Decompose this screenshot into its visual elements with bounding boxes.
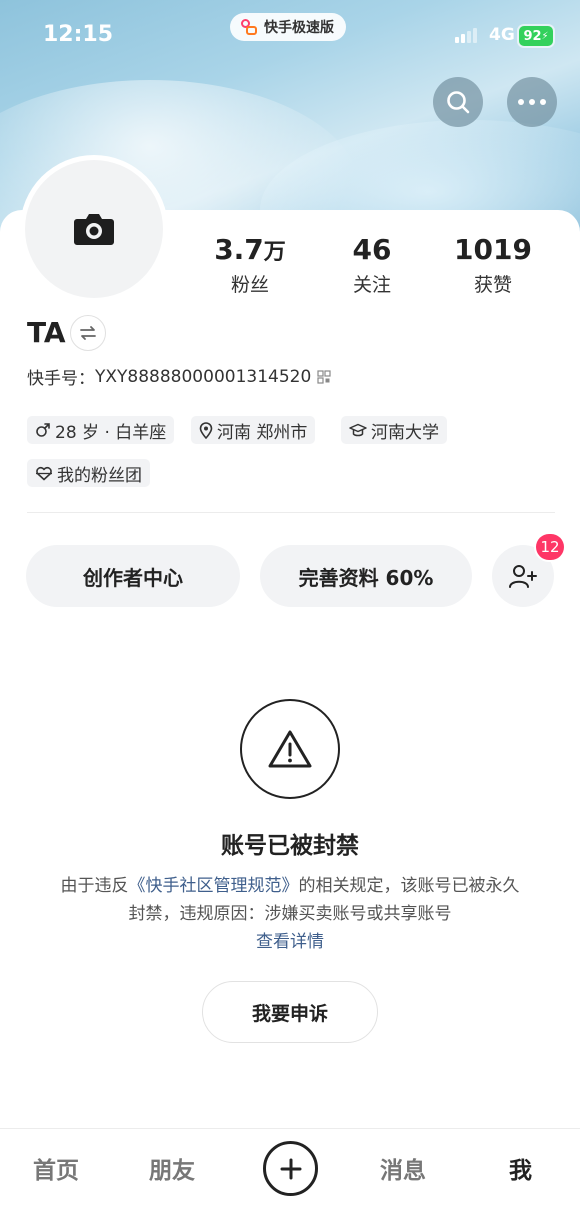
stat-fans[interactable]: 3.7万 粉丝 — [195, 232, 305, 299]
qrcode-icon[interactable] — [317, 369, 331, 384]
male-icon — [36, 423, 50, 437]
likes-label: 获赞 — [473, 274, 512, 296]
complete-profile-button[interactable]: 完善资料 60% — [260, 545, 472, 607]
status-time: 12:15 — [43, 22, 114, 47]
signal-icon — [455, 28, 477, 43]
creator-center-button[interactable]: 创作者中心 — [26, 545, 240, 607]
school-text: 河南大学 — [371, 422, 439, 443]
warning-circle — [240, 699, 340, 799]
appeal-button[interactable]: 我要申诉 — [202, 981, 378, 1043]
ban-description: 由于违反《快手社区管理规范》的相关规定，该账号已被永久封禁，违规原因：涉嫌买卖账… — [60, 872, 520, 956]
location-pin-icon — [199, 421, 213, 439]
following-count: 46 — [352, 233, 392, 266]
search-button[interactable] — [433, 77, 483, 127]
view-details-link[interactable]: 查看详情 — [256, 932, 324, 952]
tab-home[interactable]: 首页 — [33, 1151, 79, 1185]
create-post-button[interactable] — [263, 1141, 318, 1196]
swap-icon — [80, 326, 96, 340]
user-id-label: 快手号： — [27, 369, 95, 389]
more-icon — [518, 99, 546, 105]
tag-school[interactable]: 河南大学 — [341, 416, 447, 444]
ban-title: 账号已被封禁 — [221, 833, 359, 859]
ban-desc-prefix: 由于违反 — [60, 876, 129, 896]
app-name: 快手极速版 — [264, 20, 334, 36]
app-indicator-pill: 快手极速版 — [230, 13, 346, 41]
fan-club-heart-icon — [36, 466, 52, 480]
battery-icon: 92 ⚡ — [519, 26, 553, 46]
kuaishou-logo-icon — [240, 18, 258, 36]
network-type: 4G — [489, 25, 515, 45]
likes-count: 1019 — [454, 233, 532, 266]
switch-account-button[interactable] — [70, 315, 106, 351]
more-button[interactable] — [507, 77, 557, 127]
stat-following[interactable]: 46 关注 — [317, 232, 427, 299]
user-id-row[interactable]: 快手号： YXY88888000001314520 — [27, 364, 331, 389]
community-rules-link[interactable]: 《快手社区管理规范》 — [129, 876, 299, 896]
following-label: 关注 — [352, 274, 391, 296]
graduation-cap-icon — [349, 423, 367, 436]
stat-likes[interactable]: 1019 获赞 — [438, 232, 548, 299]
camera-icon — [74, 214, 114, 245]
battery-level: 92 — [523, 28, 542, 44]
tag-age-zodiac[interactable]: 28 岁 · 白羊座 — [27, 416, 175, 444]
age-zodiac-text: 28 岁 · 白羊座 — [55, 422, 167, 443]
tab-messages[interactable]: 消息 — [380, 1151, 426, 1185]
tag-fan-club[interactable]: 我的粉丝团 — [27, 459, 150, 487]
fan-club-text: 我的粉丝团 — [57, 465, 142, 486]
bottom-tab-bar: 首页 朋友 消息 我 — [0, 1128, 580, 1227]
section-divider — [27, 512, 555, 513]
fans-count: 3.7万 — [214, 233, 286, 266]
avatar-upload[interactable] — [25, 160, 163, 298]
plus-icon — [280, 1158, 301, 1179]
user-id-value: YXY88888000001314520 — [95, 366, 312, 387]
fans-label: 粉丝 — [230, 274, 269, 296]
tab-friends[interactable]: 朋友 — [149, 1151, 195, 1185]
location-text: 河南 郑州市 — [217, 422, 308, 443]
search-icon — [447, 91, 470, 114]
nickname: TA — [27, 316, 66, 349]
tab-me[interactable]: 我 — [509, 1151, 532, 1185]
friend-request-badge: 12 — [536, 534, 564, 560]
warning-triangle-icon — [268, 730, 312, 768]
tag-location[interactable]: 河南 郑州市 — [191, 416, 316, 444]
status-bar: 12:15 快手极速版 4G 92 ⚡ — [0, 0, 580, 70]
add-user-icon — [509, 565, 537, 588]
